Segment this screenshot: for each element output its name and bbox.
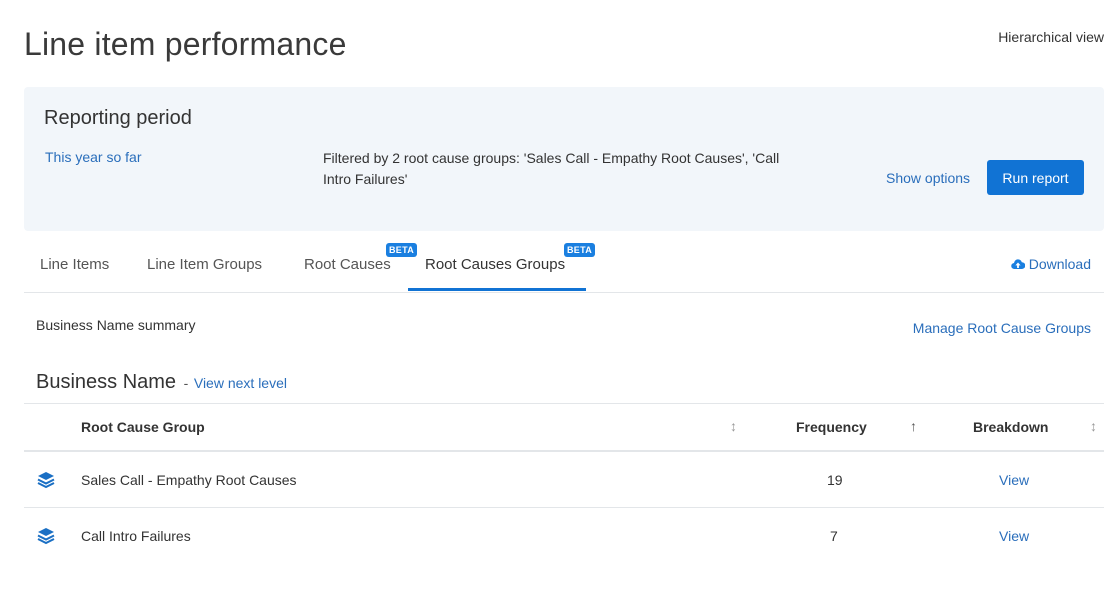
cloud-upload-icon bbox=[1010, 256, 1029, 272]
tab-line-items[interactable]: Line Items bbox=[40, 256, 109, 273]
summary-label: Business Name summary bbox=[36, 317, 196, 333]
root-cause-group-name: Sales Call - Empathy Root Causes bbox=[81, 472, 297, 488]
column-header-root-cause-group[interactable]: Root Cause Group bbox=[81, 419, 205, 435]
view-breakdown-link[interactable]: View bbox=[999, 528, 1029, 544]
tab-root-causes-groups[interactable]: Root Causes Groups bbox=[425, 256, 565, 273]
reporting-period-title: Reporting period bbox=[44, 107, 192, 129]
root-cause-groups-table: Root Cause Group ↕ Frequency ↑ Breakdown… bbox=[24, 403, 1104, 563]
sort-icon[interactable]: ↕ bbox=[730, 418, 737, 434]
view-next-level-link[interactable]: View next level bbox=[194, 375, 287, 391]
frequency-value: 19 bbox=[827, 472, 843, 488]
column-header-frequency[interactable]: Frequency bbox=[796, 419, 867, 435]
layers-icon bbox=[37, 527, 55, 550]
sort-icon[interactable]: ↕ bbox=[1090, 418, 1097, 434]
run-report-button[interactable]: Run report bbox=[987, 160, 1084, 195]
beta-badge: BETA bbox=[564, 243, 596, 257]
sort-ascending-icon[interactable]: ↑ bbox=[910, 418, 917, 434]
active-tab-indicator bbox=[408, 288, 586, 291]
reporting-period-selector[interactable]: This year so far bbox=[45, 149, 141, 165]
hierarchical-view-link[interactable]: Hierarchical view bbox=[998, 29, 1104, 45]
tab-root-causes[interactable]: Root Causes bbox=[304, 256, 391, 273]
manage-root-cause-groups-link[interactable]: Manage Root Cause Groups bbox=[913, 320, 1091, 336]
tab-line-item-groups[interactable]: Line Item Groups bbox=[147, 256, 262, 273]
download-label: Download bbox=[1028, 256, 1091, 272]
table-header: Root Cause Group ↕ Frequency ↑ Breakdown… bbox=[24, 403, 1104, 452]
download-button[interactable]: Download bbox=[1010, 256, 1091, 272]
filter-description: Filtered by 2 root cause groups: 'Sales … bbox=[323, 150, 780, 187]
frequency-value: 7 bbox=[830, 528, 838, 544]
table-row: Sales Call - Empathy Root Causes 19 View bbox=[24, 452, 1104, 508]
table-row: Call Intro Failures 7 View bbox=[24, 508, 1104, 563]
root-cause-group-name: Call Intro Failures bbox=[81, 528, 191, 544]
level-title: Business Name bbox=[36, 371, 177, 393]
layers-icon bbox=[37, 471, 55, 494]
column-header-breakdown[interactable]: Breakdown bbox=[973, 419, 1048, 435]
show-options-link[interactable]: Show options bbox=[886, 170, 970, 186]
level-separator: - bbox=[183, 375, 189, 391]
view-breakdown-link[interactable]: View bbox=[999, 472, 1029, 488]
page-title: Line item performance bbox=[24, 26, 347, 62]
reporting-period-panel: Reporting period This year so far Filter… bbox=[24, 87, 1104, 231]
level-heading: Business Name - View next level bbox=[36, 371, 287, 394]
report-tabs: Line Items Line Item Groups Root Causes … bbox=[24, 242, 1104, 293]
beta-badge: BETA bbox=[386, 243, 418, 257]
